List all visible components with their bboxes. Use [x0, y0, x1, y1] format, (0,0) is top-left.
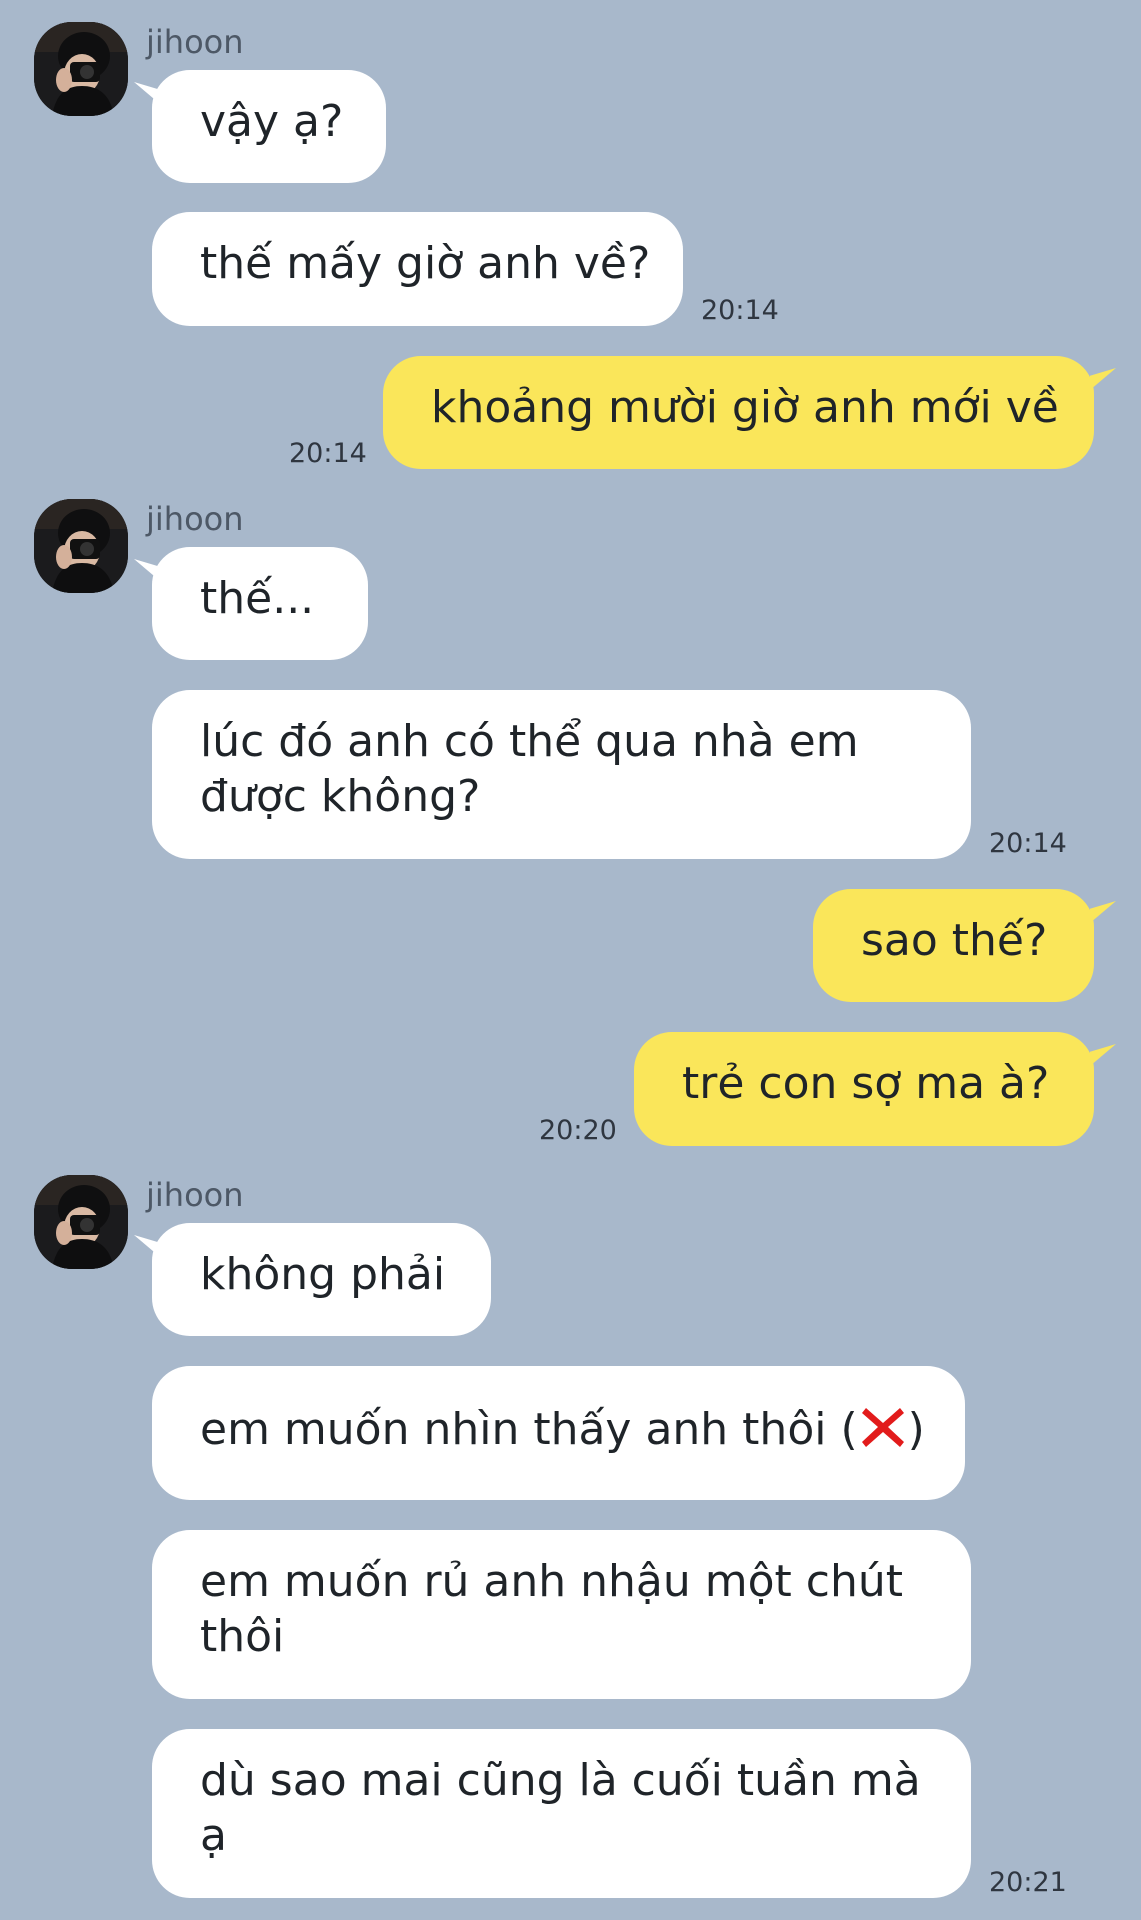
message-bubble-outgoing[interactable]: khoảng mười giờ anh mới về	[383, 356, 1094, 469]
message-text-line: ạ	[200, 1810, 227, 1861]
message-text-line: dù sao mai cũng là cuối tuần mà	[200, 1755, 921, 1806]
person-with-camera-avatar-icon	[34, 499, 128, 593]
message-text: sao thế?	[861, 915, 1048, 966]
person-with-camera-avatar-icon	[34, 22, 128, 116]
message-bubble-incoming[interactable]: vậy ạ?	[152, 70, 386, 183]
message-timestamp: 20:14	[989, 828, 1067, 859]
avatar[interactable]	[34, 499, 128, 593]
message-text: vậy ạ?	[200, 96, 344, 147]
message-bubble-incoming[interactable]: thế mấy giờ anh về?	[152, 212, 683, 326]
message-bubble-outgoing[interactable]: trẻ con sợ ma à?	[634, 1032, 1094, 1146]
message-text: khoảng mười giờ anh mới về	[431, 382, 1059, 433]
message-bubble-outgoing[interactable]: sao thế?	[813, 889, 1094, 1002]
sender-name: jihoon	[146, 23, 244, 61]
sender-name: jihoon	[146, 500, 244, 538]
message-text-line: em muốn rủ anh nhậu một chút	[200, 1556, 903, 1607]
message-bubble-incoming[interactable]: lúc đó anh có thể qua nhà em được không?	[152, 690, 971, 859]
message-text: )	[907, 1404, 925, 1455]
avatar[interactable]	[34, 22, 128, 116]
message-text: thế mấy giờ anh về?	[200, 238, 651, 289]
message-bubble-incoming[interactable]: em muốn rủ anh nhậu một chút thôi	[152, 1530, 971, 1699]
message-bubble-incoming[interactable]: dù sao mai cũng là cuối tuần mà ạ	[152, 1729, 971, 1898]
message-timestamp: 20:14	[701, 295, 779, 326]
avatar[interactable]	[34, 1175, 128, 1269]
bubble-tail	[1090, 901, 1116, 923]
message-bubble-incoming[interactable]: em muốn nhìn thấy anh thôi ()	[152, 1366, 965, 1500]
message-text: không phải	[200, 1249, 446, 1300]
message-text: trẻ con sợ ma à?	[682, 1058, 1050, 1109]
message-text-line: thôi	[200, 1611, 285, 1662]
message-text: em muốn nhìn thấy anh thôi (	[200, 1404, 858, 1455]
message-timestamp: 20:21	[989, 1867, 1067, 1898]
message-bubble-incoming[interactable]: không phải	[152, 1223, 491, 1336]
person-with-camera-avatar-icon	[34, 1175, 128, 1269]
message-bubble-incoming[interactable]: thế...	[152, 547, 368, 660]
message-text-line: lúc đó anh có thể qua nhà em	[200, 716, 859, 767]
message-timestamp: 20:14	[289, 438, 367, 469]
bubble-tail	[1090, 1044, 1116, 1066]
message-text: thế...	[200, 573, 315, 624]
message-timestamp: 20:20	[539, 1115, 617, 1146]
bubble-tail	[1090, 368, 1116, 390]
sender-name: jihoon	[146, 1176, 244, 1214]
message-text-line: được không?	[200, 771, 481, 822]
red-cross-mark-icon	[860, 1404, 906, 1463]
